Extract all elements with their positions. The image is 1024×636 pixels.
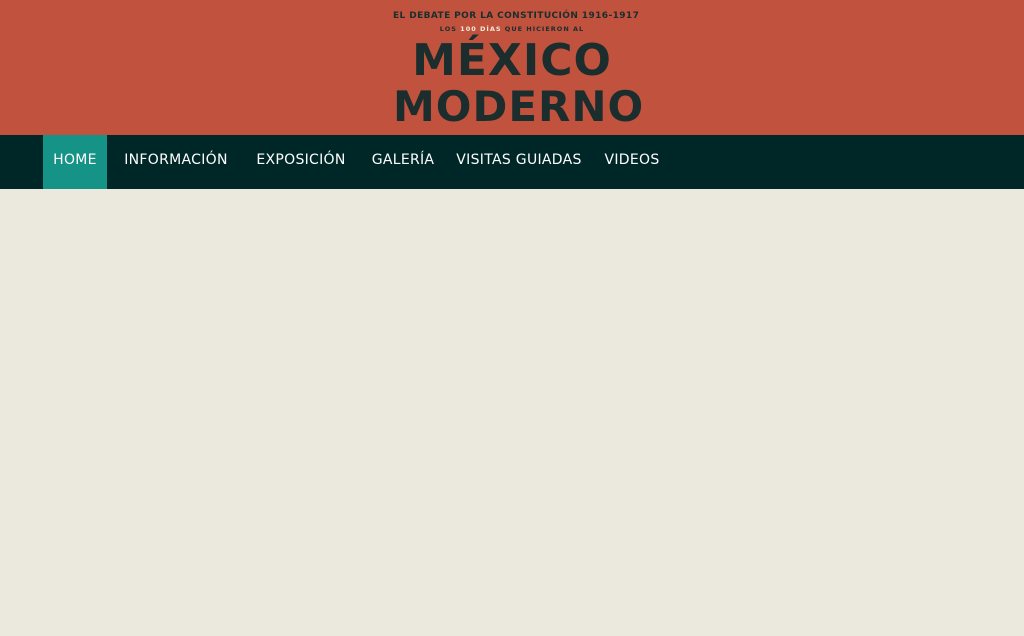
logo-subtagline-post: QUE HICIERON AL (501, 25, 585, 33)
site-header: EL DEBATE POR LA CONSTITUCIÓN 1916-1917 … (0, 0, 1024, 135)
main-nav: HOME INFORMACIÓN EXPOSICIÓN GALERÍA VISI… (0, 135, 1024, 189)
nav-item-exposicion[interactable]: EXPOSICIÓN (249, 135, 353, 189)
logo-tagline: EL DEBATE POR LA CONSTITUCIÓN 1916-1917 (393, 11, 640, 21)
logo-subtagline: LOS 100 DÍAS QUE HICIERON AL (393, 24, 631, 34)
logo-subtagline-highlight: 100 DÍAS (460, 25, 502, 33)
nav-item-informacion[interactable]: INFORMACIÓN (116, 135, 236, 189)
nav-item-videos[interactable]: VIDEOS (599, 135, 665, 189)
logo-word-mexico: MÉXICO (412, 35, 612, 86)
main-content (0, 189, 1024, 636)
nav-item-galeria[interactable]: GALERÍA (366, 135, 440, 189)
logo-word-moderno: MODERNO (393, 82, 645, 131)
site-logo[interactable]: EL DEBATE POR LA CONSTITUCIÓN 1916-1917 … (393, 9, 645, 131)
nav-item-home[interactable]: HOME (43, 135, 107, 189)
nav-item-visitas-guiadas[interactable]: VISITAS GUIADAS (452, 135, 586, 189)
logo-subtagline-pre: LOS (439, 25, 461, 33)
